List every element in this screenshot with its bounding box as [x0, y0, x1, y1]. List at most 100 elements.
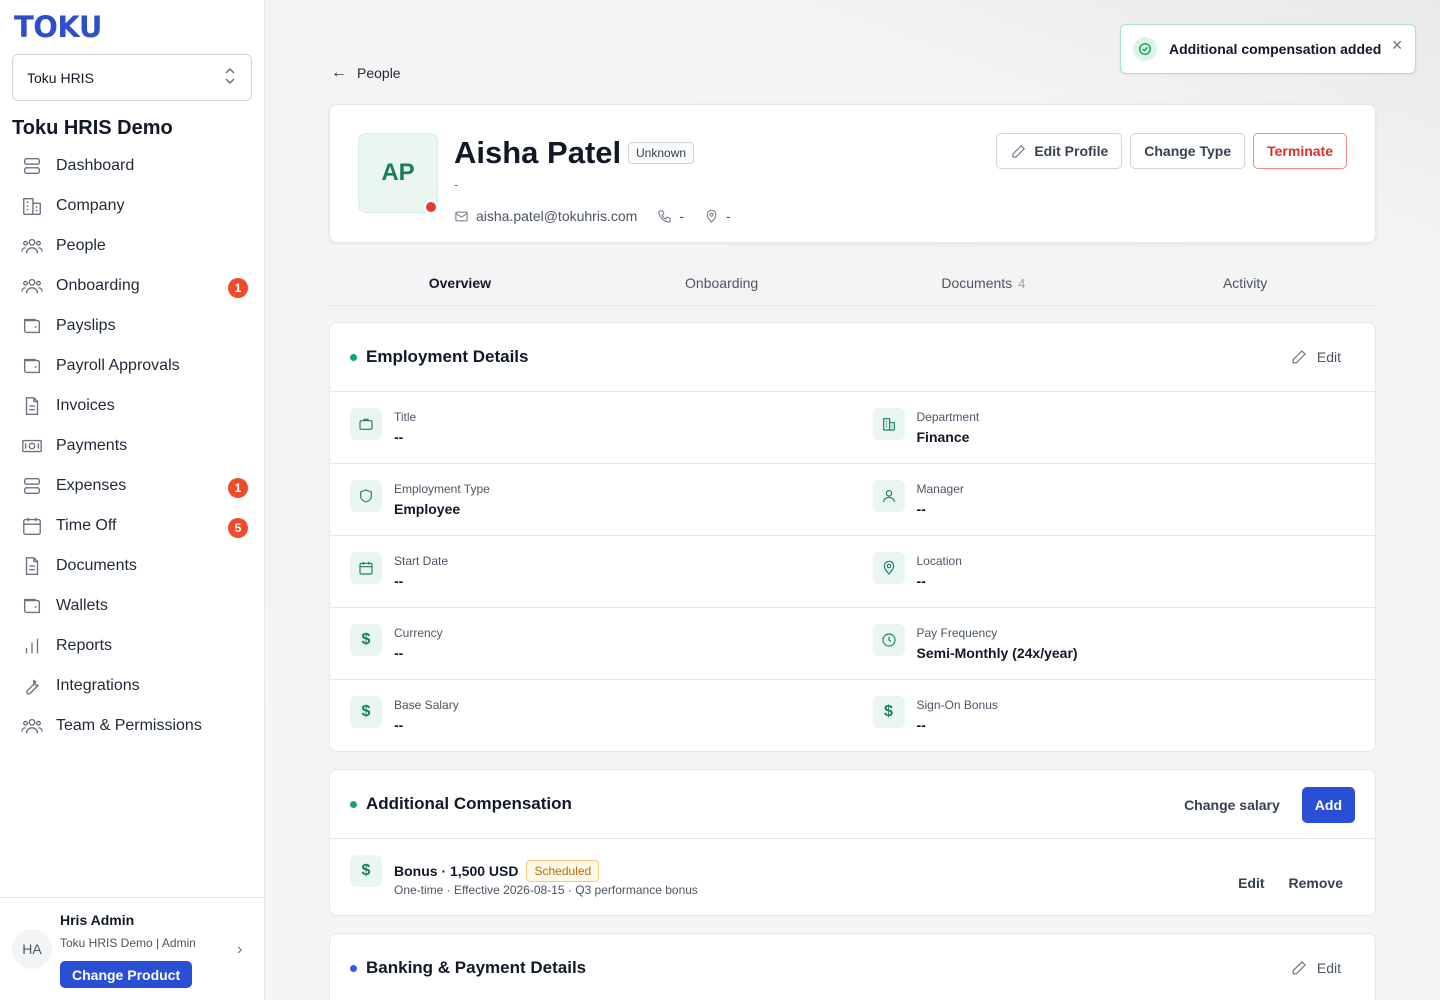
- sidebar-item-invoices[interactable]: Invoices: [0, 386, 265, 426]
- sidebar-item-label: People: [56, 237, 106, 254]
- field-label: Location: [916, 554, 962, 568]
- arrow-left-icon: ←: [331, 64, 347, 81]
- status-badge: Unknown: [628, 142, 695, 164]
- field-label: Employment Type: [394, 482, 490, 496]
- user-icon: [872, 480, 905, 512]
- tab-overview[interactable]: Overview: [329, 262, 591, 304]
- field-value: --: [394, 573, 404, 589]
- edit-compensation-button[interactable]: Edit: [1226, 865, 1276, 901]
- sidebar-item-people[interactable]: People: [0, 226, 265, 266]
- sidebar-nav: Dashboard Company People Onboarding 1 Pa…: [0, 146, 265, 746]
- close-icon[interactable]: ✕: [1391, 37, 1403, 54]
- banking-details-card: Banking & Payment Details Edit: [329, 933, 1376, 1000]
- profile-card: AP Aisha Patel Unknown - aisha.patel@tok…: [329, 104, 1376, 243]
- mail-icon: [455, 211, 468, 221]
- field-start-date: Start Date --: [330, 536, 853, 607]
- change-product-button[interactable]: Change Product: [60, 961, 193, 988]
- back-link[interactable]: ← People: [331, 64, 401, 82]
- users-icon: [20, 234, 44, 258]
- tab-activity[interactable]: Activity: [1114, 262, 1376, 304]
- sidebar-item-payroll-approvals[interactable]: Payroll Approvals: [0, 346, 265, 386]
- edit-employment-button[interactable]: Edit: [1290, 347, 1341, 366]
- toku-logo[interactable]: TOKU: [14, 10, 102, 44]
- tab-onboarding[interactable]: Onboarding: [591, 262, 853, 304]
- location-value: -: [725, 208, 731, 224]
- field-label: Manager: [916, 482, 964, 496]
- tab-documents[interactable]: Documents 4: [853, 262, 1115, 304]
- sidebar-item-integrations[interactable]: Integrations: [0, 666, 265, 706]
- status-badge: Scheduled: [526, 860, 600, 882]
- field-label: Currency: [394, 626, 443, 640]
- field-value: Semi-Monthly (24x/year): [916, 645, 1078, 661]
- remove-compensation-button[interactable]: Remove: [1277, 865, 1355, 901]
- edit-banking-button[interactable]: Edit: [1290, 958, 1341, 977]
- user-org-role: Toku HRIS Demo | Admin: [60, 936, 196, 950]
- edit-profile-button[interactable]: Edit Profile: [996, 133, 1123, 169]
- sidebar-item-wallets[interactable]: Wallets: [0, 586, 265, 626]
- sidebar-item-payslips[interactable]: Payslips: [0, 306, 265, 346]
- field-label: Pay Frequency: [916, 626, 998, 640]
- profile-subtitle: -: [454, 177, 459, 192]
- sidebar-item-label: Integrations: [56, 677, 140, 694]
- briefcase-icon: [350, 408, 382, 440]
- org-title: Toku HRIS Demo: [12, 117, 173, 139]
- clock-icon: [872, 624, 905, 656]
- profile-actions: Edit Profile Change Type Terminate: [996, 133, 1347, 169]
- sidebar-item-payments[interactable]: Payments: [0, 426, 265, 466]
- chevron-right-icon[interactable]: ›: [237, 941, 242, 959]
- sidebar-item-company[interactable]: Company: [0, 186, 265, 226]
- sidebar-item-label: Dashboard: [56, 157, 135, 174]
- dollar-icon: $: [350, 855, 382, 887]
- sidebar-item-label: Invoices: [56, 397, 115, 414]
- dollar-icon: $: [350, 696, 382, 728]
- sidebar-item-label: Payments: [56, 437, 128, 454]
- compensation-title: Bonus · 1,500 USD Scheduled: [394, 860, 600, 882]
- section-header: Banking & Payment Details Edit: [330, 934, 1375, 1000]
- edit-label: Edit: [1316, 959, 1341, 976]
- building-icon: [872, 408, 905, 440]
- change-type-button[interactable]: Change Type: [1130, 133, 1246, 169]
- cash-icon: [20, 434, 44, 458]
- field-sign-on-bonus: $ Sign-On Bonus --: [853, 680, 1376, 752]
- sidebar-item-label: Wallets: [56, 597, 108, 614]
- section-title: Employment Details: [366, 347, 529, 366]
- change-salary-button[interactable]: Change salary: [1172, 787, 1292, 823]
- sidebar-item-label: Team & Permissions: [56, 717, 202, 734]
- compensation-actions: Change salary Add: [1172, 787, 1355, 823]
- section-title: Banking & Payment Details: [366, 958, 587, 977]
- toast-message: Additional compensation added: [1169, 41, 1382, 57]
- sidebar-item-label: Time Off: [56, 517, 117, 534]
- sidebar-item-expenses[interactable]: Expenses 1: [0, 466, 265, 506]
- users-icon: [20, 714, 44, 738]
- dollar-icon: $: [350, 624, 382, 656]
- sidebar: TOKU Toku HRIS Toku HRIS Demo Dashboard …: [0, 0, 265, 1000]
- terminate-button[interactable]: Terminate: [1253, 133, 1347, 169]
- sidebar-item-label: Onboarding: [56, 277, 140, 294]
- tab-label: Overview: [428, 275, 491, 291]
- user-menu[interactable]: HA Hris Admin Toku HRIS Demo | Admin Cha…: [0, 897, 265, 1000]
- field-row: $ Currency -- Pay Frequency Semi-Monthly…: [330, 608, 1375, 680]
- sidebar-item-documents[interactable]: Documents: [0, 546, 265, 586]
- field-location: Location --: [853, 536, 1376, 607]
- notification-badge: 1: [228, 278, 248, 298]
- sidebar-item-dashboard[interactable]: Dashboard: [0, 146, 265, 186]
- additional-compensation-card: Additional Compensation Change salary Ad…: [329, 769, 1376, 916]
- dollar-icon: $: [872, 696, 905, 728]
- document-icon: [20, 394, 44, 418]
- field-manager: Manager --: [853, 464, 1376, 535]
- product-selector-label: Toku HRIS: [27, 69, 94, 86]
- sidebar-item-team-permissions[interactable]: Team & Permissions: [0, 706, 265, 746]
- contact-row: aisha.patel@tokuhris.com - -: [454, 208, 751, 224]
- sidebar-item-reports[interactable]: Reports: [0, 626, 265, 666]
- add-compensation-button[interactable]: Add: [1301, 787, 1355, 823]
- field-value: --: [916, 717, 926, 733]
- sidebar-item-label: Documents: [56, 557, 137, 574]
- calendar-icon: [20, 514, 44, 538]
- sidebar-item-time-off[interactable]: Time Off 5: [0, 506, 265, 546]
- contact-email[interactable]: aisha.patel@tokuhris.com: [454, 208, 637, 224]
- wallet-icon: [20, 314, 44, 338]
- chart-icon: [20, 634, 44, 658]
- wallet-icon: [20, 354, 44, 378]
- sidebar-item-onboarding[interactable]: Onboarding 1: [0, 266, 265, 306]
- product-selector[interactable]: Toku HRIS: [12, 54, 252, 101]
